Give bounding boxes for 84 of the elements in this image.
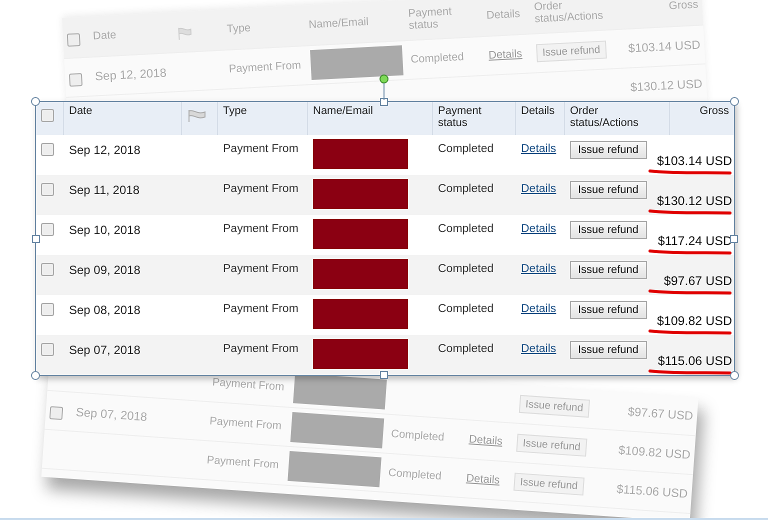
column-header: Payment status (438, 105, 482, 129)
column-header: Gross (668, 0, 698, 12)
column-header: Details (521, 105, 555, 117)
resize-handle[interactable] (730, 371, 739, 380)
checkbox[interactable] (41, 109, 54, 122)
column-header: Date (92, 29, 117, 42)
gross-amount: $97.67 USD (664, 274, 732, 288)
gross-amount: $103.14 USD (656, 154, 732, 168)
date-cell: Sep 12, 2018 (94, 66, 167, 84)
issue-refund-button[interactable]: Issue refund (570, 301, 647, 319)
checkbox[interactable] (68, 72, 83, 86)
date-cell: Sep 11, 2018 (69, 183, 140, 197)
gross-amount: $103.14 USD (628, 38, 701, 56)
column-header: Name/Email (308, 16, 369, 32)
issue-refund-button[interactable]: Issue refund (570, 341, 647, 359)
resize-handle[interactable] (31, 97, 40, 106)
type-cell: Payment From (228, 60, 302, 76)
resize-handle[interactable] (380, 98, 388, 106)
date-cell: Sep 07, 2018 (69, 343, 140, 357)
gross-amount: $97.67 USD (627, 404, 694, 423)
issue-refund-button[interactable]: Issue refund (570, 181, 647, 199)
status-cell: Completed (390, 428, 445, 444)
column-header: Type (223, 105, 247, 117)
column-header: Type (226, 22, 251, 36)
details-link[interactable]: Details (521, 303, 556, 315)
checkbox[interactable] (41, 143, 54, 156)
status-cell: Completed (438, 223, 494, 235)
flag-icon (176, 26, 194, 41)
column-header: Name/Email (313, 105, 373, 117)
status-cell: Completed (438, 343, 494, 355)
checkbox[interactable] (41, 263, 54, 276)
type-cell: Payment From (223, 183, 298, 195)
checkbox[interactable] (41, 223, 54, 236)
column-header: Details (486, 8, 520, 22)
resize-handle[interactable] (380, 371, 388, 379)
status-cell: Completed (438, 183, 494, 195)
type-cell: Payment From (223, 223, 298, 235)
date-cell: Sep 12, 2018 (69, 143, 140, 157)
status-cell: Completed (438, 143, 494, 155)
resize-handle[interactable] (730, 97, 739, 106)
type-cell: Payment From (206, 454, 280, 472)
issue-refund-button[interactable]: Issue refund (570, 221, 647, 239)
gross-amount: $115.06 USD (658, 354, 732, 368)
type-cell: Payment From (223, 263, 298, 275)
type-cell: Payment From (223, 143, 298, 155)
details-link[interactable]: Details (521, 343, 556, 355)
type-cell: Payment From (209, 415, 282, 432)
type-cell: Payment From (223, 303, 298, 315)
rotate-handle[interactable] (379, 74, 389, 100)
date-cell: Sep 08, 2018 (69, 303, 140, 317)
resize-handle[interactable] (32, 235, 40, 243)
status-cell: Completed (410, 51, 464, 66)
date-cell: Sep 07, 2018 (75, 404, 148, 424)
checkbox[interactable] (66, 32, 80, 46)
column-header: Payment status (408, 4, 453, 32)
issue-refund-button[interactable]: Issue refund (570, 261, 647, 279)
checkbox[interactable] (41, 343, 54, 356)
resize-handle[interactable] (730, 235, 738, 243)
column-header: Date (69, 105, 92, 117)
type-cell: Payment From (212, 376, 285, 394)
date-cell: Sep 10, 2018 (69, 223, 140, 237)
column-header: Gross (700, 105, 729, 117)
issue-refund-button[interactable]: Issue refund (570, 141, 647, 159)
gross-amount: $130.12 USD (656, 194, 732, 208)
status-cell: Completed (438, 263, 494, 275)
details-link[interactable]: Details (521, 143, 556, 155)
details-link[interactable]: Details (521, 183, 556, 195)
status-cell: Completed (438, 303, 494, 315)
details-link[interactable]: Details (521, 223, 556, 235)
gross-amount: $109.82 USD (656, 314, 732, 328)
resize-handle[interactable] (31, 371, 40, 380)
type-cell: Payment From (223, 343, 298, 355)
status-cell: Completed (388, 466, 442, 483)
gross-amount: $130.12 USD (630, 76, 703, 94)
checkbox[interactable] (41, 303, 54, 316)
checkbox[interactable] (41, 183, 54, 196)
gross-amount: $115.06 USD (616, 482, 688, 501)
date-cell: Sep 09, 2018 (69, 263, 140, 277)
checkbox[interactable] (49, 406, 64, 420)
column-header: Order status/Actions (570, 105, 640, 129)
gross-amount: $109.82 USD (618, 442, 691, 462)
details-link[interactable]: Details (521, 263, 556, 275)
column-header: Order status/Actions (534, 0, 604, 26)
flag-icon (187, 109, 207, 123)
